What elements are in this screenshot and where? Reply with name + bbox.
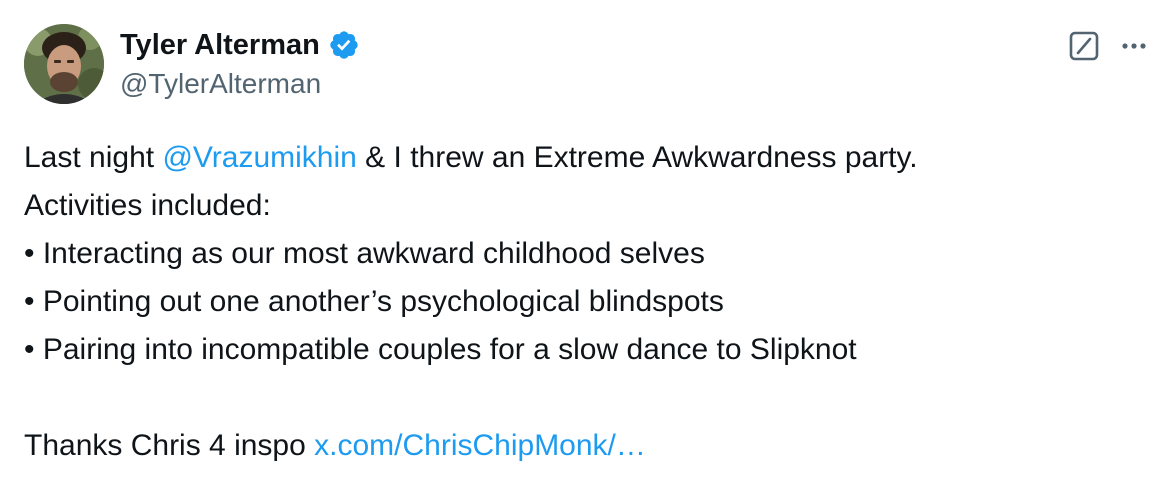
bullet-item: • Interacting as our most awkward childh… [24,237,705,270]
thanks-text: Thanks Chris 4 inspo [24,429,315,462]
tweet-line-1: Last night @Vrazumikhin & I threw an Ext… [24,134,1144,182]
tweet-text-segment: & I threw an Extreme Awkwardness party. [356,141,918,174]
bullet-item: • Pairing into incompatible couples for … [24,333,857,366]
author-avatar[interactable] [24,24,104,104]
tweet-text-segment: Last night [24,141,163,174]
tweet-text: Last night @Vrazumikhin & I threw an Ext… [24,134,1144,470]
verified-badge-icon [328,29,360,61]
more-dots-icon [1122,43,1146,49]
author-display-name[interactable]: Tyler Alterman [120,26,320,64]
avatar-photo-icon [24,24,104,104]
tweet-line-thanks: Thanks Chris 4 inspo x.com/ChrisChipMonk… [24,422,1144,470]
tweet-line-2: Activities included: [24,189,271,222]
tweet-card: Tyler Alterman @TylerAlterman Last night… [0,0,1176,486]
grok-slash-icon [1069,31,1099,61]
mention-link[interactable]: @Vrazumikhin [162,141,356,174]
author-name-row: Tyler Alterman [120,26,360,64]
bullet-item: • Pointing out one another’s psychologic… [24,285,724,318]
external-link[interactable]: x.com/ChrisChipMonk/… [314,429,646,462]
author-handle[interactable]: @TylerAlterman [120,66,321,102]
grok-button[interactable] [1068,30,1100,62]
more-options-button[interactable] [1116,30,1152,62]
